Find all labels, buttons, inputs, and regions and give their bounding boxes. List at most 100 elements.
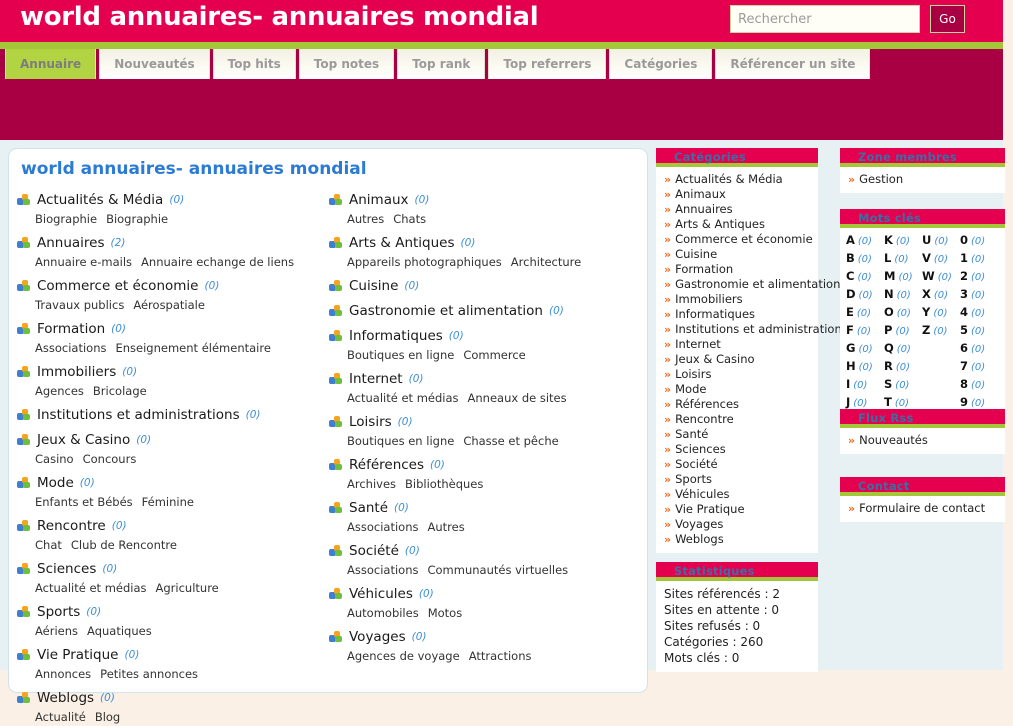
subcategory-link[interactable]: Biographie — [35, 212, 97, 226]
nav-tab-top-hits[interactable]: Top hits — [212, 49, 296, 79]
nav-tab-r-f-rencer-un-site[interactable]: Référencer un site — [715, 49, 871, 79]
category-link[interactable]: Internet (0) — [329, 369, 641, 389]
nav-tab-nouveaut-s[interactable]: Nouveautés — [99, 49, 210, 79]
keyword-letter-link[interactable]: H (0) — [846, 358, 884, 376]
subcategory-link[interactable]: Annonces — [35, 667, 91, 681]
subcategory-link[interactable]: Club de Rencontre — [71, 538, 177, 552]
category-link[interactable]: Voyages (0) — [329, 627, 641, 647]
sidebar-category-item[interactable]: » Institutions et administrations — [656, 322, 848, 337]
subcategory-link[interactable]: Associations — [347, 520, 418, 534]
subcategory-link[interactable]: Boutiques en ligne — [347, 348, 454, 362]
category-link[interactable]: Vie Pratique (0) — [17, 645, 329, 665]
keyword-letter-link[interactable]: V (0) — [922, 250, 960, 268]
subcategory-link[interactable]: Petites annonces — [100, 667, 198, 681]
sidebar-category-item[interactable]: » Jeux & Casino — [656, 352, 818, 367]
keyword-letter-link[interactable]: I (0) — [846, 376, 884, 394]
contact-item[interactable]: » Formulaire de contact — [840, 501, 1005, 516]
subcategory-link[interactable]: Attractions — [469, 649, 532, 663]
keyword-letter-link[interactable]: N (0) — [884, 286, 922, 304]
category-link[interactable]: Gastronomie et alimentation (0) — [329, 301, 641, 321]
keyword-letter-link[interactable]: Q (0) — [884, 340, 922, 358]
keyword-letter-link[interactable]: 3 (0) — [960, 286, 998, 304]
subcategory-link[interactable]: Chasse et pêche — [463, 434, 558, 448]
keyword-letter-link[interactable]: 6 (0) — [960, 340, 998, 358]
keyword-letter-link[interactable]: 4 (0) — [960, 304, 998, 322]
subcategory-link[interactable]: Agences de voyage — [347, 649, 460, 663]
keyword-letter-link[interactable]: P (0) — [884, 322, 922, 340]
subcategory-link[interactable]: Actualité — [35, 710, 86, 724]
subcategory-link[interactable]: Archives — [347, 477, 396, 491]
category-link[interactable]: Cuisine (0) — [329, 276, 641, 296]
subcategory-link[interactable]: Anneaux de sites — [468, 391, 567, 405]
category-link[interactable]: Rencontre (0) — [17, 516, 329, 536]
subcategory-link[interactable]: Motos — [428, 606, 463, 620]
subcategory-link[interactable]: Actualité et médias — [35, 581, 147, 595]
subcategory-link[interactable]: Commerce — [463, 348, 525, 362]
subcategory-link[interactable]: Boutiques en ligne — [347, 434, 454, 448]
category-link[interactable]: Actualités & Média (0) — [17, 190, 329, 210]
keyword-letter-link[interactable]: U (0) — [922, 232, 960, 250]
subcategory-link[interactable]: Associations — [35, 341, 106, 355]
member-zone-item[interactable]: » Gestion — [840, 172, 1005, 187]
subcategory-link[interactable]: Enseignement élémentaire — [115, 341, 270, 355]
category-link[interactable]: Sciences (0) — [17, 559, 329, 579]
sidebar-category-item[interactable]: » Informatiques — [656, 307, 818, 322]
category-link[interactable]: Jeux & Casino (0) — [17, 430, 329, 450]
keyword-letter-link[interactable]: 0 (0) — [960, 232, 998, 250]
subcategory-link[interactable]: Agences — [35, 384, 84, 398]
subcategory-link[interactable]: Concours — [83, 452, 137, 466]
keyword-letter-link[interactable]: K (0) — [884, 232, 922, 250]
nav-tab-top-rank[interactable]: Top rank — [397, 49, 486, 79]
category-link[interactable]: Véhicules (0) — [329, 584, 641, 604]
keyword-letter-link[interactable]: Z (0) — [922, 322, 960, 340]
sidebar-category-item[interactable]: » Arts & Antiques — [656, 217, 818, 232]
keyword-letter-link[interactable]: 2 (0) — [960, 268, 998, 286]
subcategory-link[interactable]: Chat — [35, 538, 62, 552]
sidebar-category-item[interactable]: » Internet — [656, 337, 818, 352]
keyword-letter-link[interactable]: 8 (0) — [960, 376, 998, 394]
category-link[interactable]: Arts & Antiques (0) — [329, 233, 641, 253]
keyword-letter-link[interactable]: X (0) — [922, 286, 960, 304]
search-input[interactable] — [730, 5, 920, 33]
keyword-letter-link[interactable]: Y (0) — [922, 304, 960, 322]
subcategory-link[interactable]: Biographie — [106, 212, 168, 226]
category-link[interactable]: Weblogs (0) — [17, 688, 329, 708]
keyword-letter-link[interactable]: G (0) — [846, 340, 884, 358]
keyword-letter-link[interactable]: 1 (0) — [960, 250, 998, 268]
keyword-letter-link[interactable]: R (0) — [884, 358, 922, 376]
subcategory-link[interactable]: Actualité et médias — [347, 391, 459, 405]
sidebar-category-item[interactable]: » Commerce et économie — [656, 232, 818, 247]
subcategory-link[interactable]: Associations — [347, 563, 418, 577]
keyword-letter-link[interactable]: B (0) — [846, 250, 884, 268]
sidebar-category-item[interactable]: » Vie Pratique — [656, 502, 818, 517]
keyword-letter-link[interactable]: 5 (0) — [960, 322, 998, 340]
category-link[interactable]: Formation (0) — [17, 319, 329, 339]
subcategory-link[interactable]: Appareils photographiques — [347, 255, 502, 269]
category-link[interactable]: Santé (0) — [329, 498, 641, 518]
sidebar-category-item[interactable]: » Sports — [656, 472, 818, 487]
sidebar-category-item[interactable]: » Sciences — [656, 442, 818, 457]
sidebar-category-item[interactable]: » Animaux — [656, 187, 818, 202]
category-link[interactable]: Sports (0) — [17, 602, 329, 622]
nav-tab-top-notes[interactable]: Top notes — [298, 49, 395, 79]
keyword-letter-link[interactable]: 7 (0) — [960, 358, 998, 376]
sidebar-category-item[interactable]: » Société — [656, 457, 818, 472]
subcategory-link[interactable]: Architecture — [511, 255, 581, 269]
nav-tab-top-referrers[interactable]: Top referrers — [488, 49, 607, 79]
category-link[interactable]: Société (0) — [329, 541, 641, 561]
keyword-letter-link[interactable]: M (0) — [884, 268, 922, 286]
subcategory-link[interactable]: Automobiles — [347, 606, 419, 620]
sidebar-category-item[interactable]: » Rencontre — [656, 412, 818, 427]
keyword-letter-link[interactable]: L (0) — [884, 250, 922, 268]
subcategory-link[interactable]: Bricolage — [93, 384, 147, 398]
subcategory-link[interactable]: Féminine — [142, 495, 194, 509]
keyword-letter-link[interactable]: O (0) — [884, 304, 922, 322]
sidebar-category-item[interactable]: » Mode — [656, 382, 818, 397]
subcategory-link[interactable]: Enfants et Bébés — [35, 495, 133, 509]
sidebar-category-item[interactable]: » Weblogs — [656, 532, 818, 547]
subcategory-link[interactable]: Casino — [35, 452, 74, 466]
category-link[interactable]: Loisirs (0) — [329, 412, 641, 432]
rss-feed-item[interactable]: » Nouveautés — [840, 433, 1005, 448]
subcategory-link[interactable]: Annuaire e-mails — [35, 255, 132, 269]
category-link[interactable]: Immobiliers (0) — [17, 362, 329, 382]
